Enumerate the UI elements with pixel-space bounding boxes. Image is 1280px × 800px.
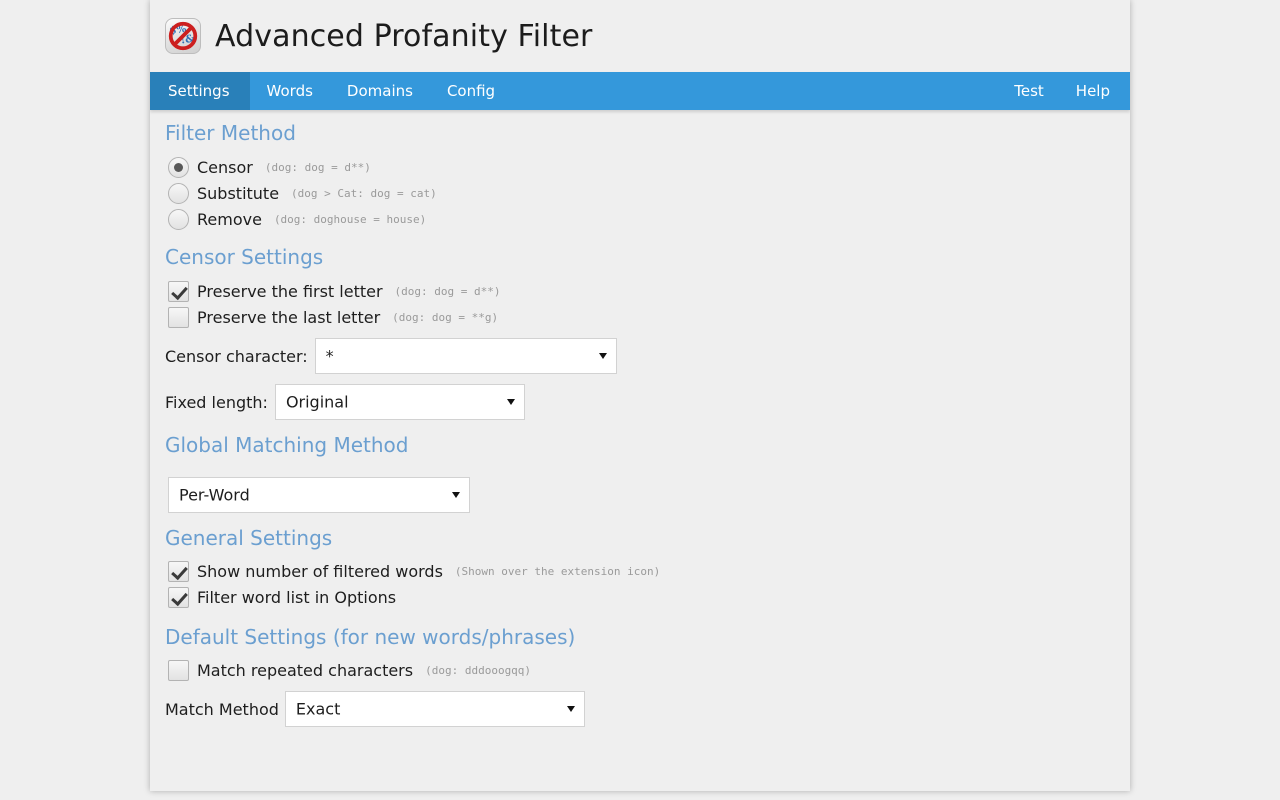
- field-row-fixed-length: Fixed length: Original: [165, 384, 1130, 420]
- checkbox-hint-preserve-last-letter: (dog: dog = **g): [392, 311, 498, 324]
- select-fixed-length-value: Original: [286, 393, 349, 412]
- section-title-global-matching-method: Global Matching Method: [165, 420, 1130, 467]
- tab-words[interactable]: Words: [250, 72, 330, 110]
- checkbox-row-preserve-first-letter[interactable]: Preserve the first letter (dog: dog = d*…: [168, 280, 1130, 302]
- label-match-method: Match Method: [165, 700, 279, 719]
- navbar-left-group: Settings Words Domains Config: [150, 72, 512, 110]
- radio-hint-censor: (dog: dog = d**): [265, 161, 371, 174]
- select-global-matching-method-value: Per-Word: [179, 486, 250, 505]
- section-title-general-settings: General Settings: [165, 513, 1130, 560]
- radio-censor[interactable]: [168, 157, 189, 178]
- main-navbar: Settings Words Domains Config Test Help: [150, 72, 1130, 110]
- section-title-default-settings: Default Settings (for new words/phrases): [165, 612, 1130, 659]
- select-fixed-length[interactable]: Original: [275, 384, 525, 420]
- checkbox-label-filter-word-list-in-options: Filter word list in Options: [197, 588, 396, 607]
- radio-label-remove: Remove: [197, 210, 262, 229]
- checkbox-label-preserve-last-letter: Preserve the last letter: [197, 308, 380, 327]
- checkbox-filter-word-list-in-options[interactable]: [168, 587, 189, 608]
- app-window: $% !& Advanced Profanity Filter Settings…: [150, 0, 1130, 791]
- field-row-censor-character: Censor character: *: [165, 338, 1130, 374]
- select-match-method[interactable]: Exact: [285, 691, 585, 727]
- checkbox-row-preserve-last-letter[interactable]: Preserve the last letter (dog: dog = **g…: [168, 306, 1130, 328]
- tab-help[interactable]: Help: [1060, 72, 1130, 110]
- checkbox-preserve-first-letter[interactable]: [168, 281, 189, 302]
- app-title: Advanced Profanity Filter: [215, 19, 592, 54]
- chevron-down-icon: [452, 492, 460, 498]
- checkbox-label-show-number-of-filtered-words: Show number of filtered words: [197, 562, 443, 581]
- checkbox-label-match-repeated-characters: Match repeated characters: [197, 661, 413, 680]
- radio-row-substitute[interactable]: Substitute (dog > Cat: dog = cat): [168, 182, 1130, 204]
- navbar-right-group: Test Help: [998, 72, 1130, 110]
- tab-config[interactable]: Config: [430, 72, 512, 110]
- checkbox-show-number-of-filtered-words[interactable]: [168, 561, 189, 582]
- checkbox-row-match-repeated-characters[interactable]: Match repeated characters (dog: dddooogq…: [168, 659, 1130, 681]
- checkbox-row-show-number-of-filtered-words[interactable]: Show number of filtered words (Shown ove…: [168, 560, 1130, 582]
- section-title-filter-method: Filter Method: [165, 110, 1130, 156]
- checkbox-hint-match-repeated-characters: (dog: dddooogqq): [425, 664, 531, 677]
- chevron-down-icon: [567, 706, 575, 712]
- radio-row-censor[interactable]: Censor (dog: dog = d**): [168, 156, 1130, 178]
- settings-content: Filter Method Censor (dog: dog = d**) Su…: [150, 110, 1130, 791]
- select-censor-character-value: *: [326, 347, 334, 366]
- radio-substitute[interactable]: [168, 183, 189, 204]
- radio-label-censor: Censor: [197, 158, 253, 177]
- label-censor-character: Censor character:: [165, 347, 308, 366]
- tab-test[interactable]: Test: [998, 72, 1060, 110]
- checkbox-hint-preserve-first-letter: (dog: dog = d**): [395, 285, 501, 298]
- field-row-match-method: Match Method Exact: [165, 691, 1130, 727]
- label-fixed-length: Fixed length:: [165, 393, 268, 412]
- radio-row-remove[interactable]: Remove (dog: doghouse = house): [168, 208, 1130, 230]
- chevron-down-icon: [507, 399, 515, 405]
- radio-hint-remove: (dog: doghouse = house): [274, 213, 426, 226]
- select-global-matching-method[interactable]: Per-Word: [168, 477, 470, 513]
- select-censor-character[interactable]: *: [315, 338, 617, 374]
- app-header: $% !& Advanced Profanity Filter: [150, 0, 1130, 72]
- chevron-down-icon: [599, 353, 607, 359]
- checkbox-label-preserve-first-letter: Preserve the first letter: [197, 282, 383, 301]
- radio-remove[interactable]: [168, 209, 189, 230]
- select-match-method-value: Exact: [296, 700, 340, 719]
- checkbox-match-repeated-characters[interactable]: [168, 660, 189, 681]
- profanity-filter-logo-icon: $% !&: [165, 18, 201, 54]
- section-title-censor-settings: Censor Settings: [165, 234, 1130, 280]
- checkbox-preserve-last-letter[interactable]: [168, 307, 189, 328]
- radio-label-substitute: Substitute: [197, 184, 279, 203]
- tab-domains[interactable]: Domains: [330, 72, 430, 110]
- tab-settings[interactable]: Settings: [150, 72, 250, 110]
- checkbox-hint-show-number-of-filtered-words: (Shown over the extension icon): [455, 565, 660, 578]
- radio-hint-substitute: (dog > Cat: dog = cat): [291, 187, 437, 200]
- field-row-global-matching-method: Per-Word: [165, 477, 1130, 513]
- checkbox-row-filter-word-list-in-options[interactable]: Filter word list in Options: [168, 586, 1130, 608]
